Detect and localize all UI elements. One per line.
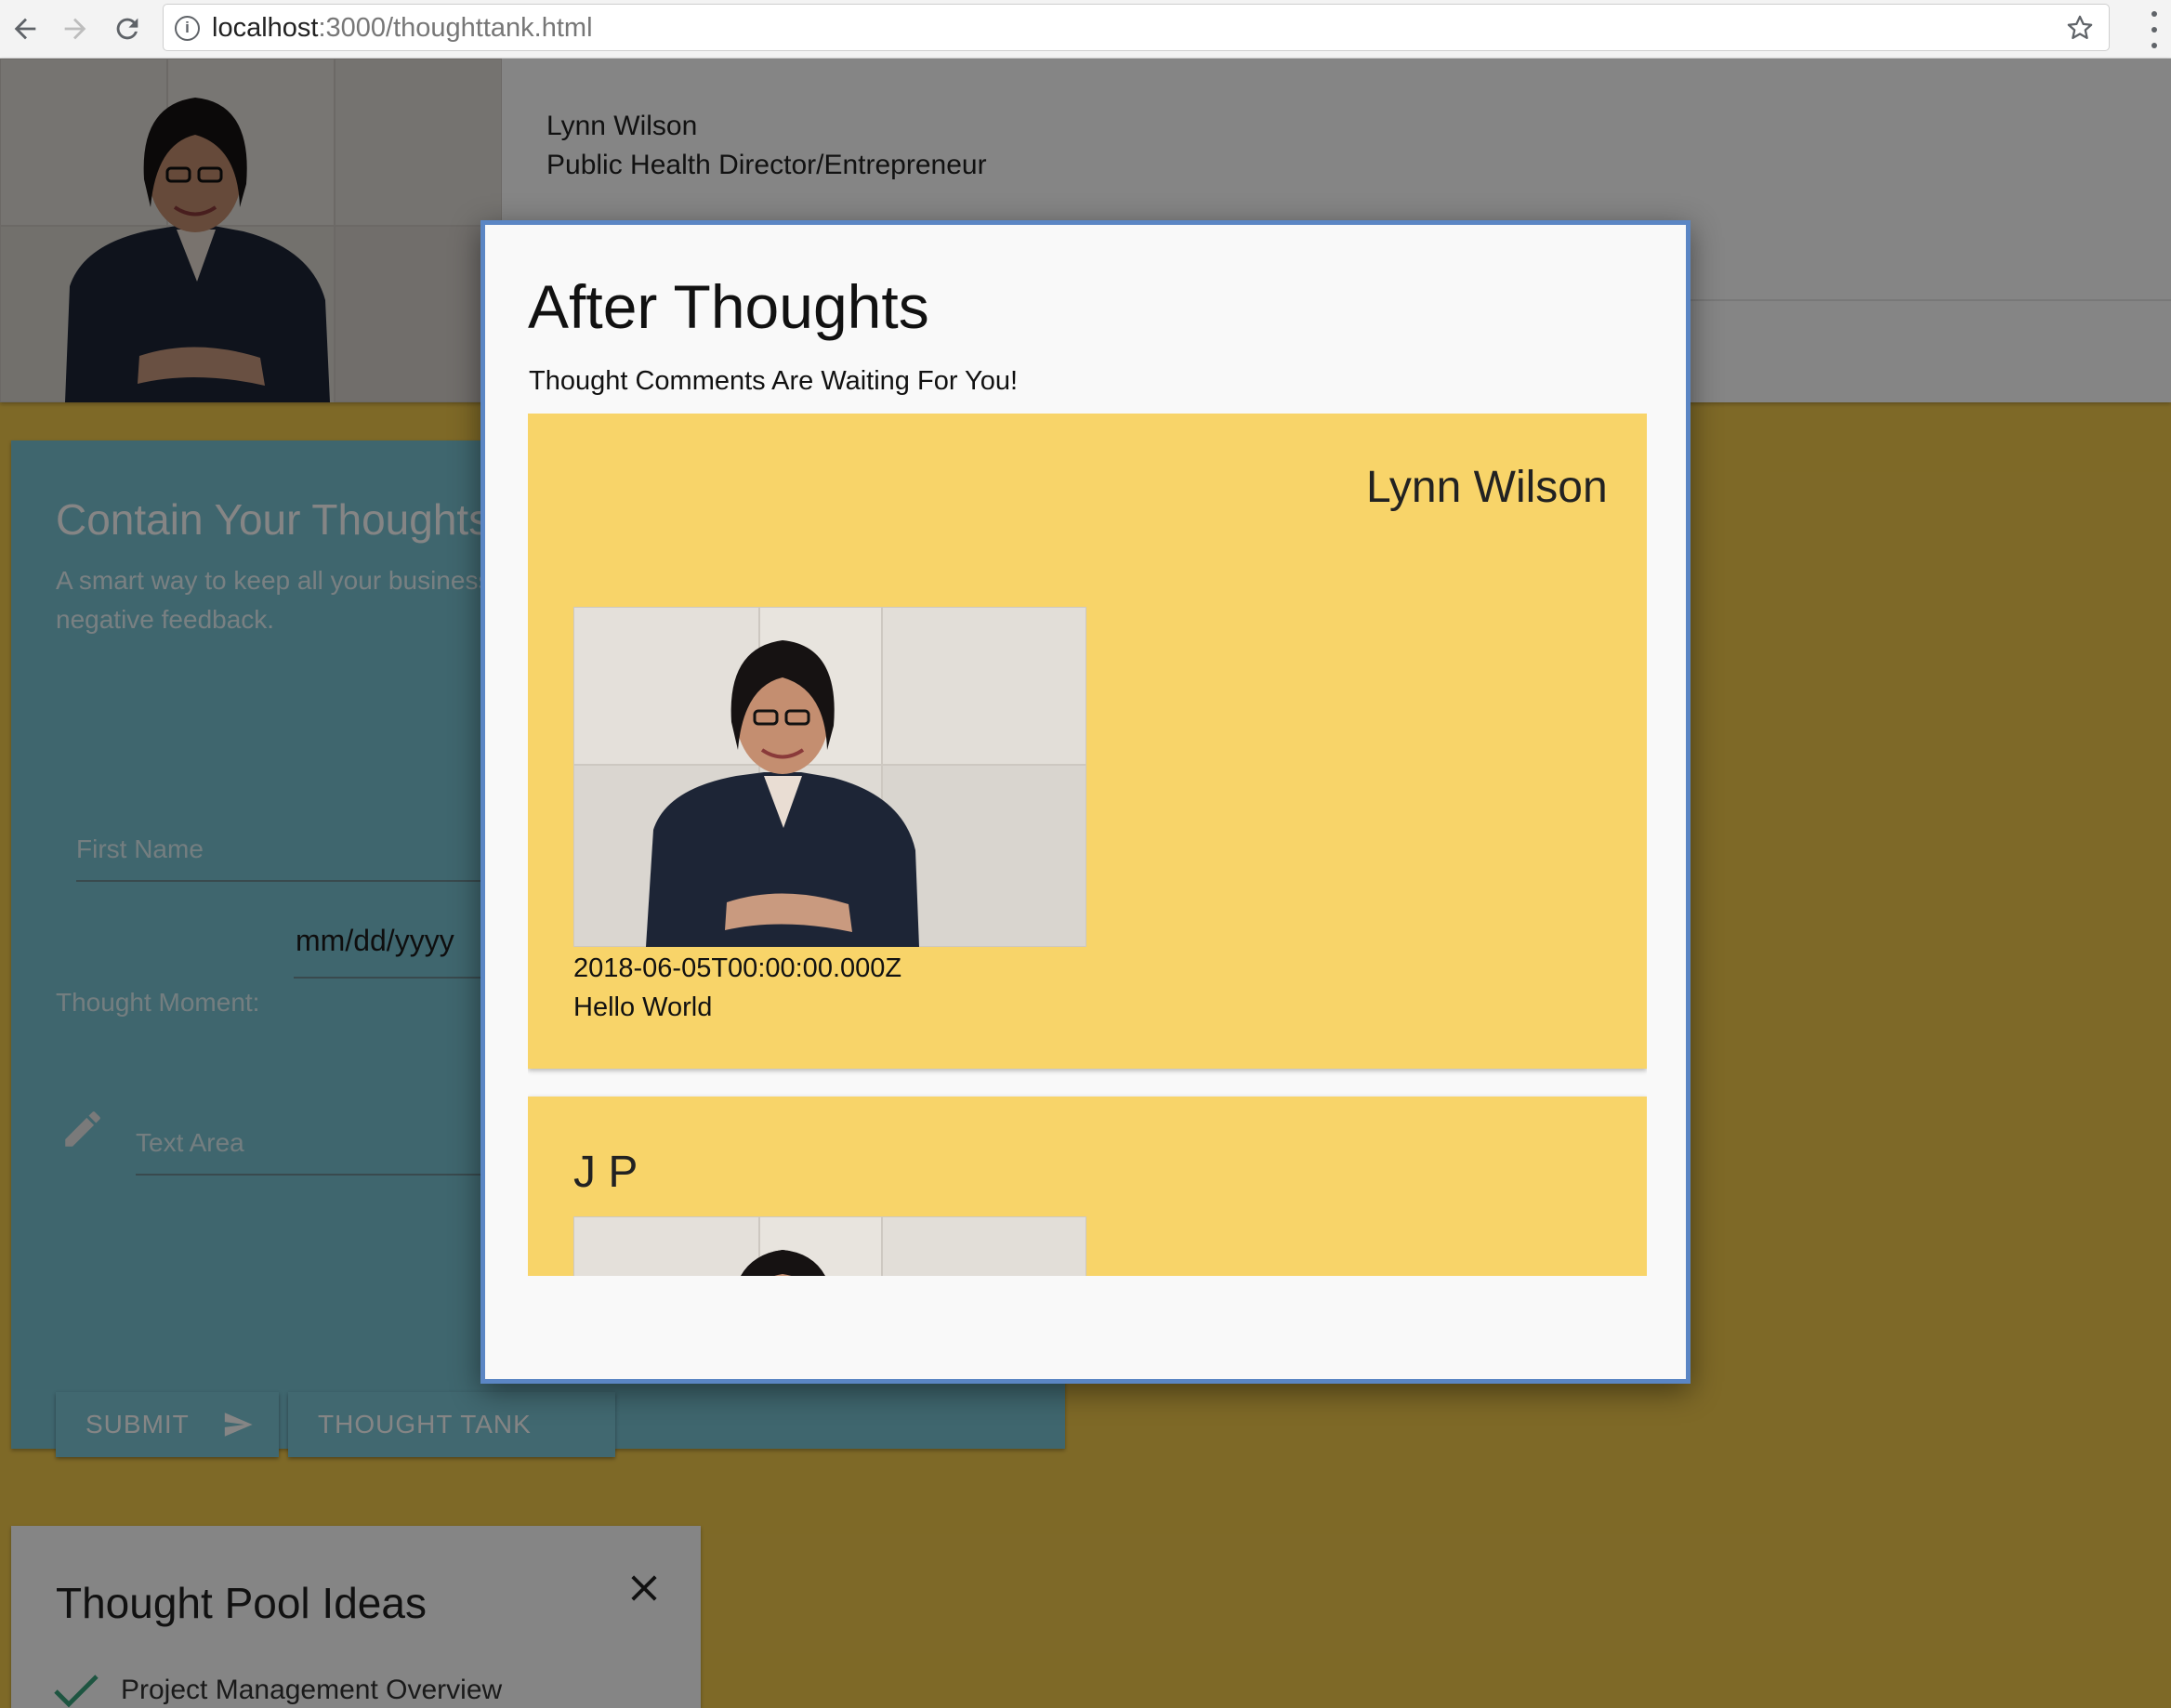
browser-toolbar: i localhost:3000/thoughttank.html: [0, 0, 2171, 59]
comments-scroll-area[interactable]: Lynn Wilson 2018-06-05T00:00:00.000Z Hel…: [528, 414, 1647, 1276]
after-thoughts-modal: After Thoughts Thought Comments Are Wait…: [480, 220, 1691, 1384]
address-bar[interactable]: i localhost:3000/thoughttank.html: [163, 4, 2110, 51]
comment-meta: 2018-06-05T00:00:00.000Z Hello World: [573, 949, 901, 1027]
info-icon[interactable]: i: [175, 16, 200, 41]
reload-icon[interactable]: [108, 9, 147, 48]
url-host: localhost: [212, 13, 319, 43]
modal-title: After Thoughts: [528, 272, 929, 341]
comment-photo: [573, 1216, 1086, 1276]
browser-menu-icon[interactable]: [2149, 11, 2160, 48]
back-icon[interactable]: [6, 9, 45, 48]
comment-card: Lynn Wilson 2018-06-05T00:00:00.000Z Hel…: [528, 414, 1647, 1069]
comment-photo: [573, 607, 1086, 947]
url-text[interactable]: localhost:3000/thoughttank.html: [212, 13, 593, 44]
bookmark-star-icon[interactable]: [2064, 12, 2096, 44]
comment-text: Hello World: [573, 992, 713, 1022]
comment-card: J P: [528, 1097, 1647, 1276]
comment-author: J P: [573, 1148, 638, 1197]
url-path: :3000/thoughttank.html: [318, 13, 593, 43]
comment-author: Lynn Wilson: [1366, 463, 1608, 512]
forward-icon[interactable]: [56, 9, 95, 48]
modal-subtitle: Thought Comments Are Waiting For You!: [529, 366, 1019, 396]
comment-date: 2018-06-05T00:00:00.000Z: [573, 953, 902, 983]
